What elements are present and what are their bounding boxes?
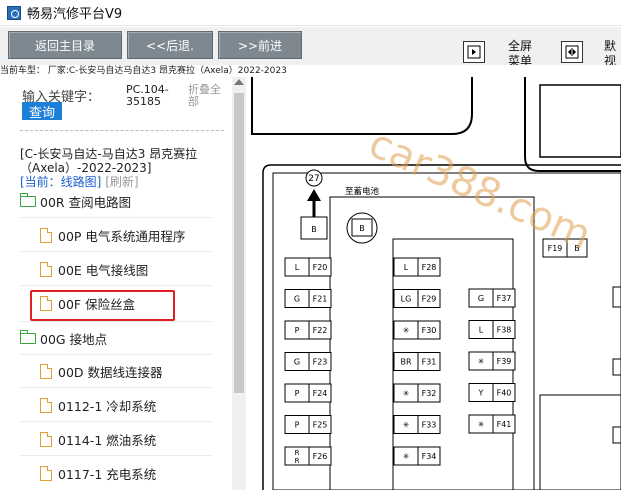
fuse-f32-color-label: ✳ bbox=[403, 389, 410, 398]
relay-block bbox=[539, 394, 621, 490]
default-view-icon[interactable] bbox=[561, 41, 583, 63]
fuse-f39-label: F39 bbox=[497, 357, 512, 366]
tree-separator bbox=[20, 217, 212, 218]
fuse-f21-label: F21 bbox=[313, 295, 328, 304]
fuse-f21-color-label: G bbox=[294, 295, 300, 304]
scroll-up-arrow-icon[interactable] bbox=[234, 79, 244, 85]
fuse-f33-label: F33 bbox=[422, 421, 437, 430]
fuse-f29-label: F29 bbox=[422, 295, 437, 304]
relay-edge bbox=[612, 426, 621, 444]
fuse-f37-label: F37 bbox=[497, 294, 512, 303]
watermark: car388.com bbox=[362, 120, 598, 259]
fuse-f38-label: F38 bbox=[497, 326, 512, 335]
fuse-f30-label: F30 bbox=[422, 326, 437, 335]
tree-separator bbox=[20, 285, 212, 286]
tree-item-00e[interactable]: 00E 电气接线图 bbox=[40, 254, 148, 284]
fuse-f30-color-label: ✳ bbox=[403, 326, 410, 335]
query-button[interactable]: 查询 bbox=[22, 102, 62, 121]
fuse-f40-label: F40 bbox=[497, 389, 512, 398]
fuse-f40-color-label: Y bbox=[478, 389, 484, 398]
fuse-box-diagram[interactable]: 27 B 至蓄电池 B F19 B L F20 G F21 P F22 G F23 P F24 P F… bbox=[247, 77, 621, 490]
fuse-f23-label: F23 bbox=[313, 358, 328, 367]
fuse-f41-label: F41 bbox=[497, 420, 512, 429]
fuse-f26-color2-label: R bbox=[295, 457, 300, 465]
fuse-f41-color-label: ✳ bbox=[478, 420, 485, 429]
document-icon bbox=[40, 363, 52, 379]
tree-separator bbox=[20, 251, 212, 252]
fuse-f33-color-label: ✳ bbox=[403, 421, 410, 430]
folder-icon bbox=[20, 192, 36, 207]
fuse-f20-color-label: L bbox=[295, 263, 300, 272]
svg-text:B: B bbox=[311, 225, 317, 234]
tree-separator bbox=[20, 354, 212, 355]
connector-number: 27 bbox=[308, 174, 319, 184]
fuse-f31-color-label: BR bbox=[400, 358, 411, 367]
scroll-thumb[interactable] bbox=[234, 93, 244, 393]
app-logo-icon bbox=[7, 5, 21, 20]
app-title: 畅易汽修平台V9 bbox=[27, 7, 123, 22]
fuse-f28-color-label: L bbox=[404, 263, 409, 272]
tree-item-0117[interactable]: 0117-1 充电系统 bbox=[40, 458, 156, 488]
relay-edge bbox=[612, 286, 621, 308]
fuse-f26-color-label: R bbox=[295, 449, 300, 457]
toolbar: 返回主目录 <<后退. >>前进 全屏 菜单 默 视 bbox=[0, 27, 621, 68]
home-button[interactable]: 返回主目录 bbox=[8, 31, 122, 59]
back-button[interactable]: <<后退. bbox=[127, 31, 213, 59]
folder-icon bbox=[20, 329, 36, 344]
svg-text:B: B bbox=[359, 224, 365, 233]
relay-block bbox=[539, 84, 621, 158]
fuse-f22-color-label: P bbox=[295, 326, 300, 335]
fuse-f34-label: F34 bbox=[422, 452, 437, 461]
current-vehicle-line: 当前车型： 厂家:C-长安马自达马自达3 昂克赛拉（Axela）2022-202… bbox=[0, 65, 621, 77]
battery-label: 至蓄电池 bbox=[345, 186, 380, 197]
fuse-f37-color-label: G bbox=[478, 294, 484, 303]
collapse-all-link[interactable]: 折叠全 部 bbox=[188, 84, 221, 108]
tree-separator bbox=[20, 387, 212, 388]
document-icon bbox=[40, 465, 52, 481]
fuse-box-svg: 27 B 至蓄电池 B F19 B L F20G F21P F22G F23P F24P F… bbox=[251, 77, 621, 490]
fuse-f20-label: F20 bbox=[313, 263, 328, 272]
fuse-f34-color-label: ✳ bbox=[403, 452, 410, 461]
tree-item-00p[interactable]: 00P 电气系统通用程序 bbox=[40, 220, 185, 250]
document-icon bbox=[40, 261, 52, 277]
forward-button[interactable]: >>前进 bbox=[218, 31, 302, 59]
diagram-outline bbox=[251, 77, 473, 135]
divider bbox=[20, 130, 224, 131]
tree-separator bbox=[20, 421, 212, 422]
fuse-f23-color-label: G bbox=[294, 358, 300, 367]
selection-highlight bbox=[30, 290, 175, 321]
tree-separator bbox=[20, 455, 212, 456]
fuse-f38-color-label: L bbox=[479, 326, 484, 335]
fuse-f22-label: F22 bbox=[313, 326, 328, 335]
fuse-f31-label: F31 bbox=[422, 358, 437, 367]
tree-item-0114[interactable]: 0114-1 燃油系统 bbox=[40, 424, 156, 454]
fuse-f29-color-label: LG bbox=[401, 295, 412, 304]
fuse-f28-label: F28 bbox=[422, 263, 437, 272]
fuse-f25-color-label: P bbox=[295, 421, 300, 430]
tree-item-00d[interactable]: 00D 数据线连接器 bbox=[40, 356, 163, 386]
tree-separator bbox=[20, 321, 212, 322]
fuse-f24-color-label: P bbox=[295, 389, 300, 398]
fuse-f26-label: F26 bbox=[313, 452, 328, 461]
tree-item-0112[interactable]: 0112-1 冷却系统 bbox=[40, 390, 156, 420]
tree-item-00g[interactable]: 00G 接地点 bbox=[20, 323, 107, 353]
document-icon bbox=[40, 431, 52, 447]
vehicle-path: [C-长安马自达-马自达3 昂克赛拉 （Axela）-2022-2023] [当… bbox=[20, 147, 198, 189]
fuse-f39-color-label: ✳ bbox=[478, 357, 485, 366]
fuse-f24-label: F24 bbox=[313, 389, 328, 398]
keyword-value[interactable]: PC.104- 35185 bbox=[126, 84, 169, 108]
document-icon bbox=[40, 227, 52, 243]
document-icon bbox=[40, 397, 52, 413]
title-bar: 畅易汽修平台V9 bbox=[0, 0, 621, 26]
fuse-f32-label: F32 bbox=[422, 389, 437, 398]
fuse-f25-label: F25 bbox=[313, 421, 328, 430]
fullscreen-menu-icon[interactable] bbox=[463, 41, 485, 63]
arrow-head-icon bbox=[307, 189, 321, 201]
fuse-layer: L F20G F21P F22G F23P F24P F25RR F26L F28LG F29✳ F… bbox=[284, 257, 516, 466]
tree-item-00r[interactable]: 00R 查阅电路图 bbox=[20, 186, 131, 216]
relay-edge bbox=[612, 358, 621, 376]
sidebar-scrollbar[interactable] bbox=[232, 77, 246, 490]
